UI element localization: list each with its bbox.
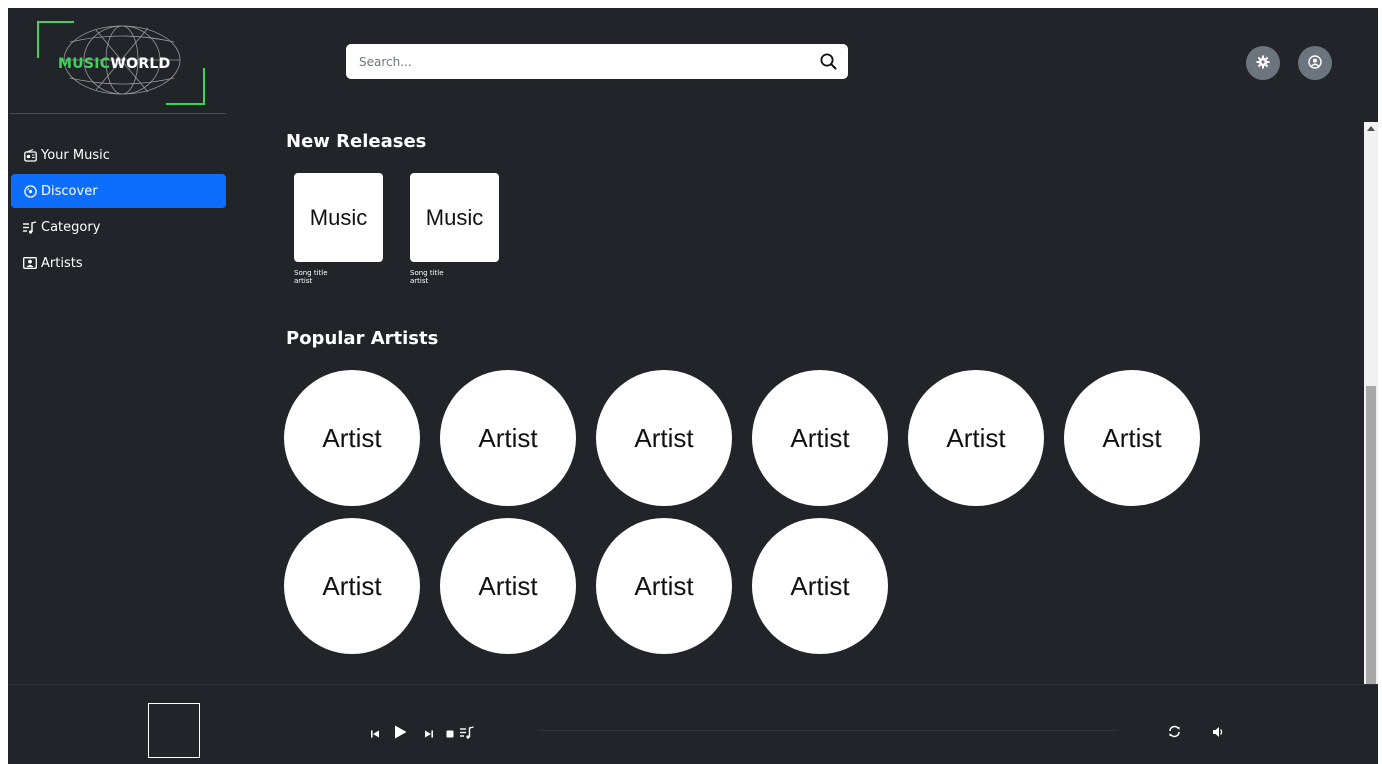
artist-card[interactable]: Artist [908, 370, 1044, 506]
search-bar [346, 44, 848, 79]
release-meta: Song title artist [294, 269, 384, 285]
gear-icon [1256, 54, 1270, 73]
search-icon[interactable] [819, 52, 838, 71]
artist-card[interactable]: Artist [440, 370, 576, 506]
disc-icon [23, 184, 37, 198]
artist-card[interactable]: Artist [596, 518, 732, 654]
previous-icon [370, 724, 380, 743]
scroll-up-arrow-icon[interactable] [1367, 126, 1375, 131]
person-card-icon [23, 256, 37, 270]
playlist-icon [460, 724, 475, 743]
profile-button[interactable] [1298, 46, 1332, 80]
sidebar-item-your-music[interactable]: Your Music [11, 138, 226, 172]
sidebar-item-category[interactable]: Category [11, 210, 226, 244]
stop-icon [445, 724, 455, 743]
sidebar-item-label: Your Music [41, 147, 110, 163]
search-input[interactable] [346, 44, 806, 79]
playback-progress-bar[interactable] [538, 730, 1118, 731]
popular-artists-title: Popular Artists [286, 328, 439, 349]
sidebar-nav: Your Music Discover Category Artists [11, 138, 226, 282]
scrollbar-thumb[interactable] [1366, 386, 1376, 684]
repeat-button[interactable] [1164, 722, 1184, 742]
playlist-button[interactable] [460, 722, 475, 744]
previous-button[interactable] [370, 722, 380, 744]
settings-button[interactable] [1246, 46, 1280, 80]
player-divider [8, 684, 1378, 685]
play-button[interactable] [394, 722, 407, 744]
artist-card[interactable]: Artist [752, 518, 888, 654]
repeat-icon [1168, 723, 1181, 742]
artist-card[interactable]: Artist [284, 370, 420, 506]
now-playing-cover [148, 703, 200, 758]
release-card[interactable]: Music Song title artist [294, 173, 384, 285]
sidebar-item-artists[interactable]: Artists [11, 246, 226, 280]
next-button[interactable] [424, 722, 434, 744]
content-scrollbar[interactable] [1364, 122, 1378, 684]
song-artist: artist [410, 277, 429, 285]
sidebar-item-label: Discover [41, 183, 98, 199]
play-icon [394, 724, 407, 743]
artist-card[interactable]: Artist [440, 518, 576, 654]
artist-card[interactable]: Artist [1064, 370, 1200, 506]
sidebar-item-label: Category [41, 219, 101, 235]
sidebar-item-discover[interactable]: Discover [11, 174, 226, 208]
sidebar-item-label: Artists [41, 255, 83, 271]
release-meta: Song title artist [410, 269, 500, 285]
song-artist: artist [294, 277, 313, 285]
new-releases-title: New Releases [286, 131, 427, 152]
sidebar-divider [10, 113, 226, 114]
music-list-icon [23, 220, 37, 234]
release-card[interactable]: Music Song title artist [410, 173, 500, 285]
song-title: Song title [410, 269, 444, 277]
stop-button[interactable] [445, 722, 455, 744]
next-icon [424, 724, 434, 743]
release-cover[interactable]: Music [410, 173, 499, 262]
artist-card[interactable]: Artist [752, 370, 888, 506]
logo[interactable]: MUSICWORLD [36, 20, 206, 110]
volume-icon [1212, 723, 1224, 742]
brand-name: MUSICWORLD [58, 56, 171, 72]
volume-button[interactable] [1208, 722, 1228, 742]
app-window: MUSICWORLD Your Music Discover Category [8, 8, 1378, 764]
artist-card[interactable]: Artist [284, 518, 420, 654]
artist-card[interactable]: Artist [596, 370, 732, 506]
user-circle-icon [1308, 54, 1322, 73]
song-title: Song title [294, 269, 328, 277]
radio-icon [23, 148, 37, 162]
release-cover[interactable]: Music [294, 173, 383, 262]
